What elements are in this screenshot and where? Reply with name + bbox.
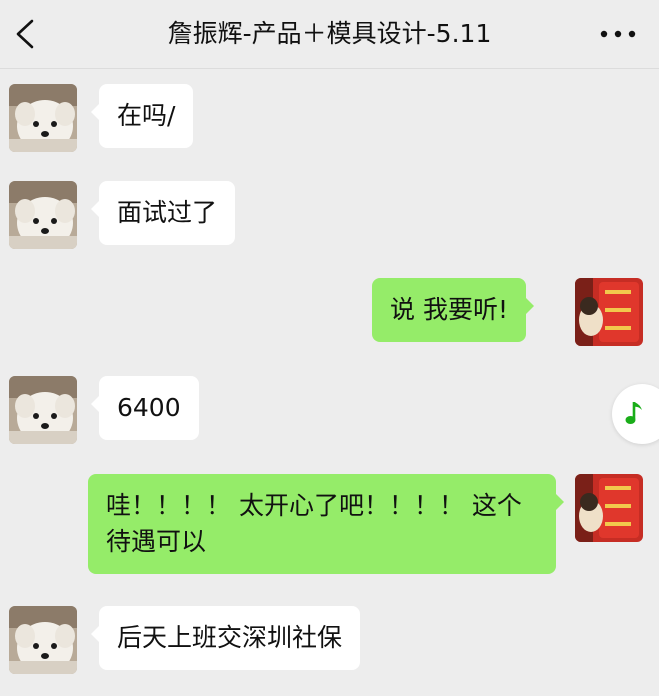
message-bubble[interactable]: 说 我要听! — [372, 278, 534, 342]
contact-avatar[interactable] — [9, 84, 77, 152]
music-note-icon — [625, 402, 642, 424]
dog-avatar-icon — [9, 376, 77, 444]
message-text: 在吗/ — [117, 101, 176, 130]
self-avatar[interactable] — [575, 278, 643, 346]
message-text: 说 我要听! — [390, 295, 508, 324]
floating-music-button[interactable] — [612, 384, 659, 444]
contact-avatar[interactable] — [9, 376, 77, 444]
dog-avatar-icon — [9, 606, 77, 674]
message-text: 面试过了 — [117, 198, 218, 227]
dog-avatar-icon — [9, 181, 77, 249]
chevron-left-icon[interactable] — [12, 18, 38, 50]
self-avatar[interactable] — [575, 474, 643, 542]
message-text: 6400 — [117, 393, 181, 422]
contact-avatar[interactable] — [9, 606, 77, 674]
dog-avatar-icon — [9, 84, 77, 152]
chat-header: 詹振辉-产品＋模具设计-5.11 — [0, 0, 659, 69]
red-lantern-avatar-icon — [575, 474, 643, 542]
more-dots-icon[interactable] — [599, 24, 637, 44]
red-lantern-avatar-icon — [575, 278, 643, 346]
message-bubble[interactable]: 后天上班交深圳社保 — [90, 606, 361, 670]
contact-avatar[interactable] — [9, 181, 77, 249]
message-text: 后天上班交深圳社保 — [117, 623, 343, 652]
message-bubble[interactable]: 在吗/ — [90, 84, 194, 148]
message-bubble[interactable]: 面试过了 — [90, 181, 236, 245]
message-bubble[interactable]: 哇！！！！ 太开心了吧！！！！ 这个待遇可以 — [88, 474, 564, 574]
message-bubble[interactable]: 6400 — [91, 376, 199, 440]
message-text: 哇！！！！ 太开心了吧！！！！ 这个待遇可以 — [106, 491, 522, 556]
chat-title: 詹振辉-产品＋模具设计-5.11 — [167, 19, 492, 48]
